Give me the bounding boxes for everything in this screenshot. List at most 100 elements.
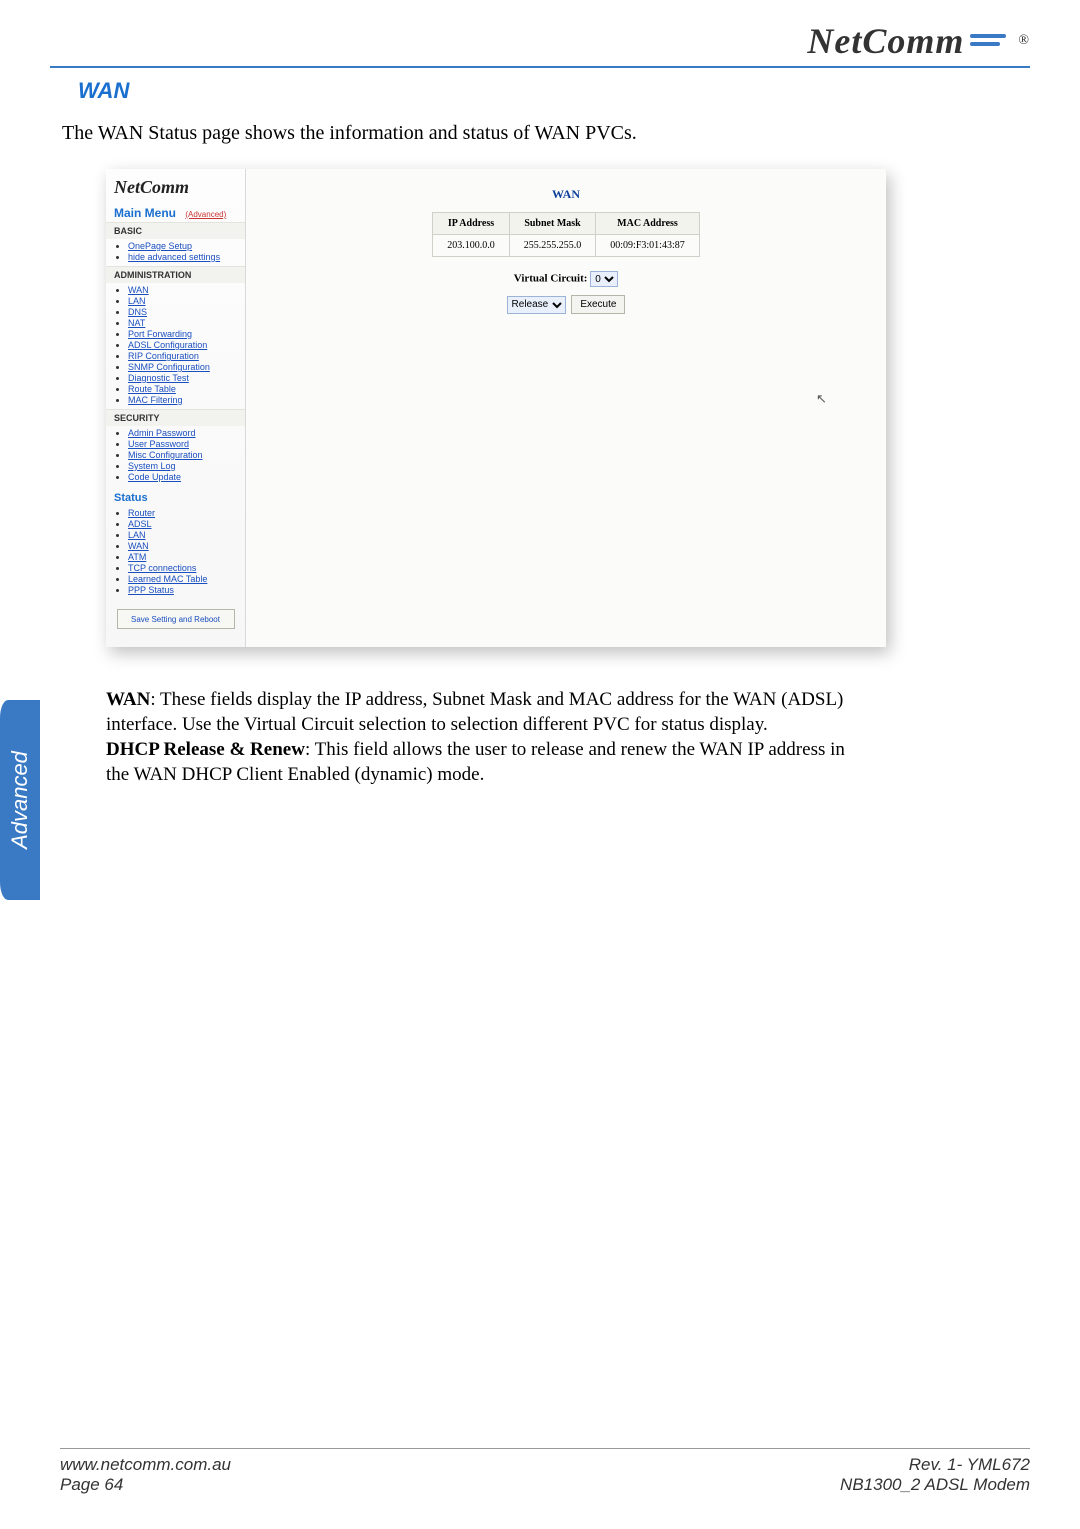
main-menu-label: Main Menu (Advanced)	[106, 202, 245, 222]
admin-list: WAN LAN DNS NAT Port Forwarding ADSL Con…	[128, 285, 245, 405]
nav-lan-status[interactable]: LAN	[128, 530, 146, 540]
nav-route-table[interactable]: Route Table	[128, 384, 176, 394]
list-item: ATM	[128, 552, 245, 562]
list-item: ADSL	[128, 519, 245, 529]
main-menu-text: Main Menu	[114, 206, 176, 220]
execute-button[interactable]: Execute	[571, 295, 625, 314]
save-reboot-button[interactable]: Save Setting and Reboot	[117, 609, 235, 629]
nav-hide-advanced[interactable]: hide advanced settings	[128, 252, 220, 262]
list-item: User Password	[128, 439, 245, 449]
side-tab: Advanced	[0, 700, 40, 900]
nav-mac-filtering[interactable]: MAC Filtering	[128, 395, 183, 405]
desc-wan-body: : These fields display the IP address, S…	[106, 689, 843, 735]
side-tab-label: Advanced	[7, 751, 33, 849]
virtual-circuit-row: Virtual Circuit: 0	[246, 271, 886, 287]
status-list: Router ADSL LAN WAN ATM TCP connections …	[128, 508, 245, 595]
table-header-row: IP Address Subnet Mask MAC Address	[433, 213, 699, 235]
cursor-icon: ↖	[816, 391, 827, 407]
nav-rip-config[interactable]: RIP Configuration	[128, 351, 199, 361]
list-item: Misc Configuration	[128, 450, 245, 460]
col-subnet: Subnet Mask	[509, 213, 596, 235]
cell-ip: 203.100.0.0	[433, 235, 510, 257]
nav-adsl[interactable]: ADSL	[128, 519, 152, 529]
nav-lan[interactable]: LAN	[128, 296, 146, 306]
list-item: Route Table	[128, 384, 245, 394]
nav-diagnostic[interactable]: Diagnostic Test	[128, 373, 189, 383]
list-item: SNMP Configuration	[128, 362, 245, 372]
list-item: hide advanced settings	[128, 252, 245, 262]
brand-text: NetComm	[807, 20, 964, 62]
col-ip: IP Address	[433, 213, 510, 235]
list-item: ADSL Configuration	[128, 340, 245, 350]
basic-list: OnePage Setup hide advanced settings	[128, 241, 245, 262]
list-item: Router	[128, 508, 245, 518]
list-item: LAN	[128, 530, 245, 540]
nav-portfwd[interactable]: Port Forwarding	[128, 329, 192, 339]
screenshot-panel: NetComm Main Menu (Advanced) BASIC OnePa…	[106, 169, 886, 647]
list-item: DNS	[128, 307, 245, 317]
section-heading: WAN	[78, 78, 1030, 104]
group-security: SECURITY	[106, 409, 245, 426]
cell-subnet: 255.255.255.0	[509, 235, 596, 257]
sidebar-brand: NetComm	[106, 169, 245, 202]
nav-atm[interactable]: ATM	[128, 552, 146, 562]
page-footer: www.netcomm.com.au Page 64 Rev. 1- YML67…	[60, 1448, 1030, 1495]
nav-system-log[interactable]: System Log	[128, 461, 176, 471]
list-item: NAT	[128, 318, 245, 328]
nav-tcp-connections[interactable]: TCP connections	[128, 563, 196, 573]
description-block: WAN: These fields display the IP address…	[106, 687, 866, 787]
nav-snmp-config[interactable]: SNMP Configuration	[128, 362, 210, 372]
nav-admin-password[interactable]: Admin Password	[128, 428, 196, 438]
col-mac: MAC Address	[596, 213, 699, 235]
footer-model: NB1300_2 ADSL Modem	[840, 1475, 1030, 1495]
footer-page: Page 64	[60, 1475, 231, 1495]
nav-nat[interactable]: NAT	[128, 318, 145, 328]
swoosh-icon	[970, 30, 1012, 52]
release-select[interactable]: Release	[507, 296, 566, 314]
group-status: Status	[106, 486, 245, 506]
security-list: Admin Password User Password Misc Config…	[128, 428, 245, 482]
list-item: Admin Password	[128, 428, 245, 438]
desc-wan-lead: WAN	[106, 689, 150, 710]
nav-code-update[interactable]: Code Update	[128, 472, 181, 482]
wan-table: IP Address Subnet Mask MAC Address 203.1…	[432, 212, 699, 257]
list-item: Port Forwarding	[128, 329, 245, 339]
nav-wan-status[interactable]: WAN	[128, 541, 149, 551]
nav-adsl-config[interactable]: ADSL Configuration	[128, 340, 207, 350]
nav-wan[interactable]: WAN	[128, 285, 149, 295]
list-item: LAN	[128, 296, 245, 306]
content-title: WAN	[246, 169, 886, 212]
list-item: OnePage Setup	[128, 241, 245, 251]
registered-mark: ®	[1018, 33, 1030, 49]
footer-rev: Rev. 1- YML672	[840, 1455, 1030, 1475]
brand-logo: NetComm ®	[807, 20, 1030, 62]
footer-url: www.netcomm.com.au	[60, 1455, 231, 1475]
nav-ppp-status[interactable]: PPP Status	[128, 585, 174, 595]
nav-dns[interactable]: DNS	[128, 307, 147, 317]
vc-select[interactable]: 0	[590, 271, 618, 287]
screenshot-sidebar: NetComm Main Menu (Advanced) BASIC OnePa…	[106, 169, 246, 647]
intro-text: The WAN Status page shows the informatio…	[62, 122, 1030, 145]
execute-row: Release Execute	[246, 295, 886, 314]
list-item: RIP Configuration	[128, 351, 245, 361]
list-item: TCP connections	[128, 563, 245, 573]
table-row: 203.100.0.0 255.255.255.0 00:09:F3:01:43…	[433, 235, 699, 257]
list-item: Diagnostic Test	[128, 373, 245, 383]
nav-misc-config[interactable]: Misc Configuration	[128, 450, 203, 460]
nav-onepage-setup[interactable]: OnePage Setup	[128, 241, 192, 251]
group-admin: ADMINISTRATION	[106, 266, 245, 283]
group-basic: BASIC	[106, 222, 245, 239]
desc-dhcp-lead: DHCP Release & Renew	[106, 739, 305, 760]
list-item: PPP Status	[128, 585, 245, 595]
main-menu-advanced-link[interactable]: (Advanced)	[185, 210, 226, 219]
list-item: System Log	[128, 461, 245, 471]
nav-learned-mac[interactable]: Learned MAC Table	[128, 574, 207, 584]
list-item: WAN	[128, 285, 245, 295]
nav-user-password[interactable]: User Password	[128, 439, 189, 449]
cell-mac: 00:09:F3:01:43:87	[596, 235, 699, 257]
list-item: Code Update	[128, 472, 245, 482]
list-item: Learned MAC Table	[128, 574, 245, 584]
screenshot-content: WAN IP Address Subnet Mask MAC Address 2…	[246, 169, 886, 647]
nav-router[interactable]: Router	[128, 508, 155, 518]
vc-label: Virtual Circuit:	[514, 273, 588, 285]
